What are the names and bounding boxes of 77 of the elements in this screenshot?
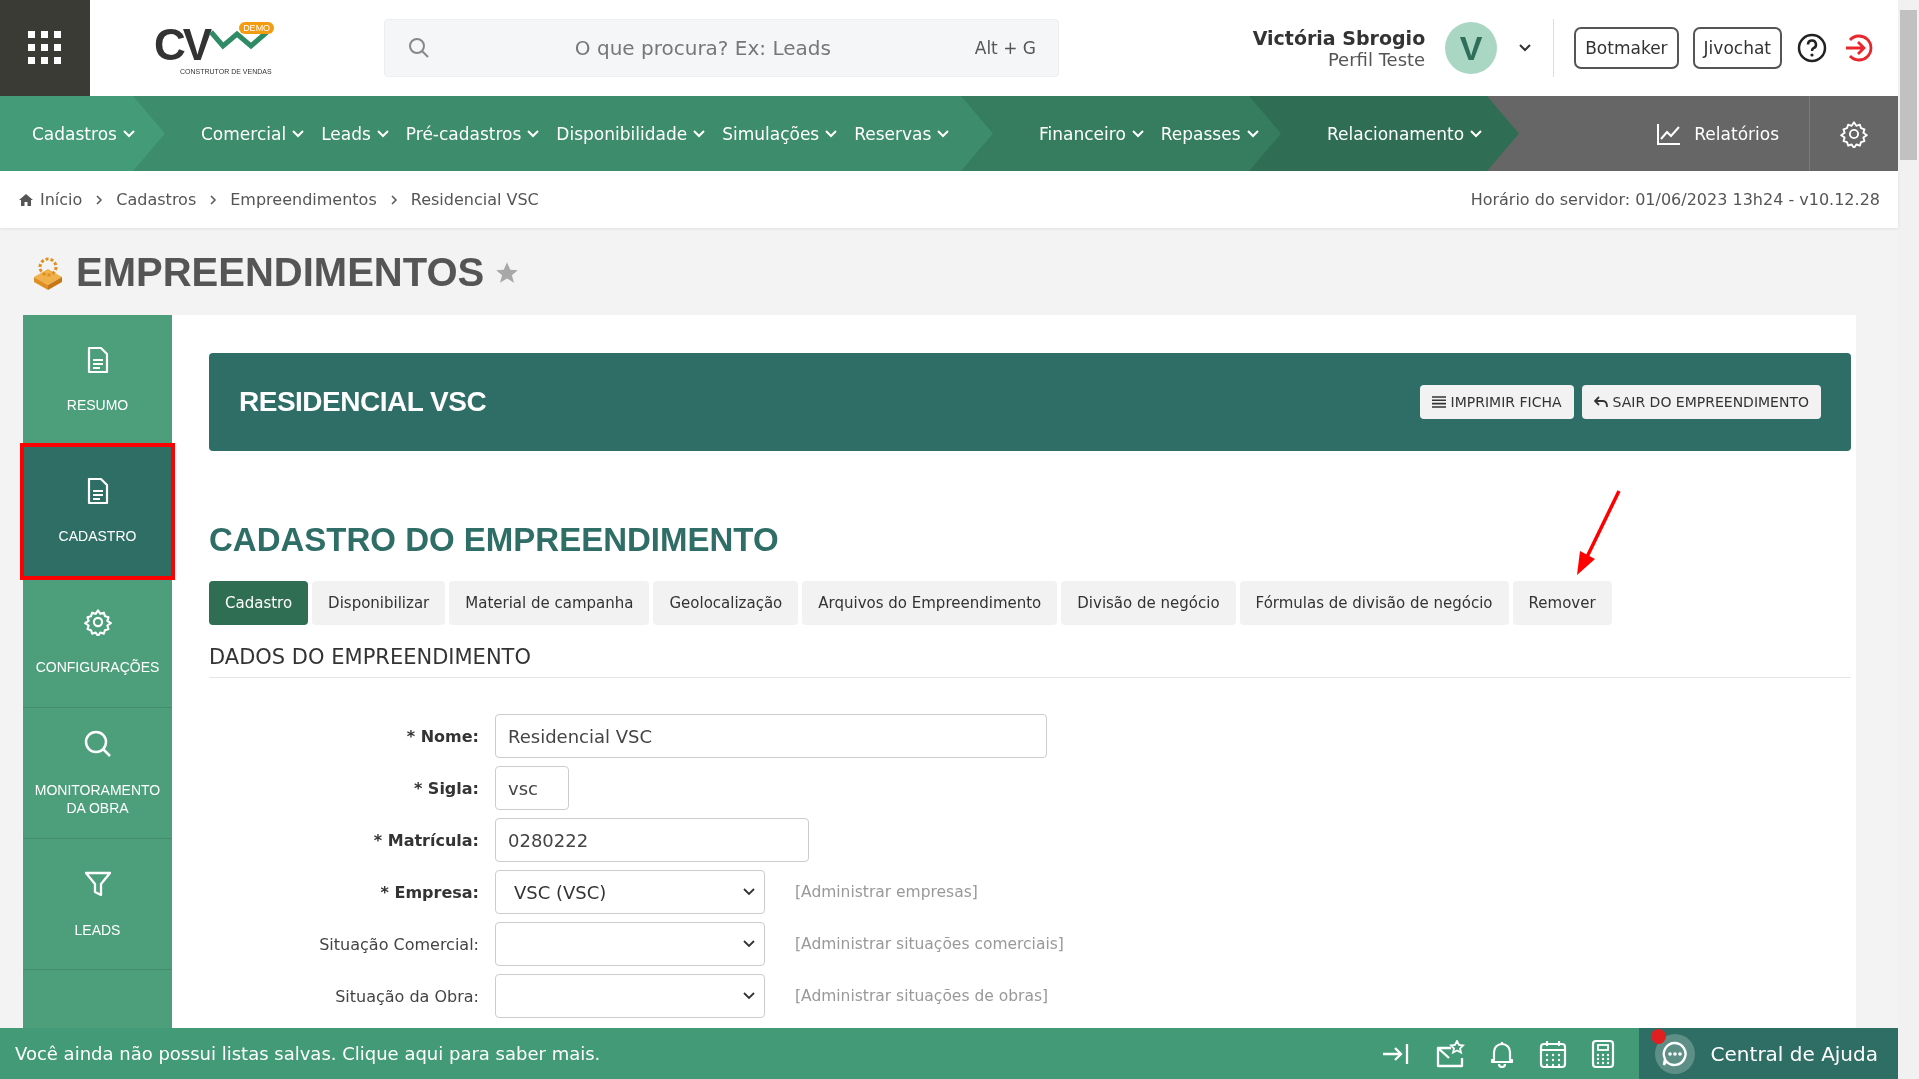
text-field[interactable]: vsc [495, 766, 569, 810]
tab[interactable]: Arquivos do Empreendimento [802, 581, 1058, 625]
funnel-icon [82, 869, 113, 899]
apps-menu-button[interactable] [0, 0, 90, 96]
banner-button[interactable]: IMPRIMIR FICHA [1419, 385, 1574, 419]
field-label: * Matrícula: [372, 830, 479, 850]
reports-link[interactable]: Relatórios [1648, 96, 1787, 171]
search-icon [82, 729, 113, 759]
tab[interactable]: Geolocalização [653, 581, 799, 625]
chat-bubble-icon [1654, 1033, 1695, 1074]
nav-menu-item[interactable]: Pré-cadastros [397, 96, 549, 171]
chevron-right-icon [388, 193, 399, 206]
bell-icon[interactable] [1488, 1039, 1515, 1068]
logo-badge: DEMO [239, 21, 275, 34]
banner-button[interactable]: SAIR DO EMPREENDIMENTO [1581, 385, 1821, 419]
text-field[interactable]: 0280222 [495, 818, 809, 862]
document-icon [85, 477, 110, 505]
nav-menu-item[interactable]: Disponibilidade [548, 96, 715, 171]
tab[interactable]: Material de campanha [449, 581, 650, 625]
list-icon [1431, 396, 1446, 408]
reply-arrow-icon [1593, 396, 1608, 408]
field-label: Situação Comercial: [318, 934, 479, 954]
nav-menu-item[interactable]: Reservas [846, 96, 959, 171]
page-title: EMPREENDIMENTOS [76, 250, 485, 295]
section-title: CADASTRO DO EMPREENDIMENTO [209, 521, 780, 559]
user-avatar[interactable]: V [1445, 22, 1498, 74]
saved-lists-message[interactable]: Você ainda não possui listas salvas. Clique aqui para saber mais. [0, 1043, 601, 1064]
search-bar[interactable]: O que procura? Ex: Leads Alt + G [384, 19, 1059, 77]
chevron-right-icon [94, 193, 105, 206]
integration-button[interactable]: Botmaker [1574, 27, 1679, 69]
field-label: * Sigla: [412, 778, 479, 798]
logo-mark: CV [154, 21, 210, 68]
help-center-button[interactable]: Central de Ajuda [1638, 1028, 1898, 1079]
project-title: RESIDENCIAL VSC [239, 386, 487, 418]
tab[interactable]: Fórmulas de divisão de negócio [1239, 581, 1509, 625]
nav-menu-item[interactable]: Repasses [1152, 96, 1268, 171]
sidebar-item[interactable]: CADASTRO [23, 446, 172, 577]
tab[interactable]: Cadastro [209, 581, 309, 625]
search-icon [407, 36, 431, 60]
nav-menu-item[interactable]: Relacionamento [1319, 96, 1492, 171]
envelope-star-icon[interactable] [1434, 1039, 1465, 1068]
tab[interactable]: Divisão de negócio [1061, 581, 1236, 625]
home-icon [18, 192, 34, 207]
nav-menu-item[interactable]: Leads [313, 96, 398, 171]
server-time: Horário do servidor: 01/06/2023 13h24 - v10.12.28 [1470, 190, 1880, 209]
search-input[interactable]: O que procura? Ex: Leads [431, 35, 975, 61]
calendar-icon[interactable] [1538, 1038, 1567, 1069]
breadcrumb-link[interactable]: Cadastros [116, 190, 197, 209]
text-field[interactable]: Residencial VSC [495, 714, 1047, 758]
settings-icon[interactable] [1840, 119, 1868, 148]
user-profile: Perfil Teste [1327, 48, 1426, 70]
line-chart-icon [1656, 121, 1683, 146]
breadcrumb-link[interactable]: Residencial VSC [410, 190, 539, 209]
calculator-icon[interactable] [1590, 1038, 1615, 1069]
nav-menu-item[interactable]: Comercial [193, 96, 314, 171]
tab[interactable]: Disponibilizar [312, 581, 446, 625]
user-name: Victória Sbrogio [1252, 26, 1426, 49]
tab[interactable]: Remover [1512, 581, 1612, 625]
chevron-right-icon [208, 193, 219, 206]
nav-menu-item[interactable]: Simulações [714, 96, 847, 171]
nav-menu-item[interactable]: Financeiro [1031, 96, 1153, 171]
select-field[interactable] [495, 922, 765, 966]
field-label: * Empresa: [379, 882, 479, 902]
settings-icon [83, 608, 112, 636]
nav-menu-item[interactable]: Cadastros [24, 96, 144, 171]
select-field[interactable]: VSC (VSC) [495, 870, 765, 914]
shortcut-hint: Alt + G [974, 38, 1036, 58]
select-field[interactable] [495, 974, 765, 1018]
integration-button[interactable]: Jivochat [1692, 27, 1782, 69]
help-icon[interactable] [1796, 32, 1828, 64]
field-label: * Nome: [405, 726, 479, 746]
breadcrumb-link[interactable]: Início [40, 190, 83, 209]
subsection-title: DADOS DO EMPREENDIMENTO [209, 645, 1851, 678]
grid-icon [28, 31, 62, 65]
breadcrumb-link[interactable]: Empreendimentos [230, 190, 377, 209]
field-label: Situação da Obra: [334, 986, 479, 1006]
document-icon [85, 346, 110, 374]
